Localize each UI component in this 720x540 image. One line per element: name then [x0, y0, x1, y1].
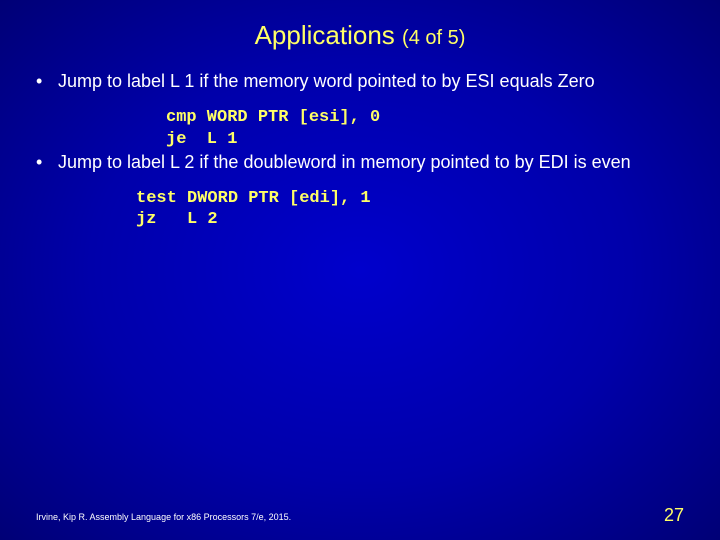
bullet-1-text: Jump to label L 1 if the memory word poi…	[58, 71, 595, 91]
bullet-2-text: Jump to label L 2 if the doubleword in m…	[58, 152, 631, 172]
page-number: 27	[664, 505, 684, 526]
title-main: Applications	[255, 20, 395, 50]
bullet-1: Jump to label L 1 if the memory word poi…	[36, 69, 684, 93]
bullet-2: Jump to label L 2 if the doubleword in m…	[36, 150, 684, 174]
code-block-1: cmp WORD PTR [esi], 0 je L 1	[166, 107, 684, 150]
slide-title: Applications (4 of 5)	[0, 0, 720, 51]
footer-citation: Irvine, Kip R. Assembly Language for x86…	[36, 512, 291, 522]
title-sub: (4 of 5)	[402, 27, 465, 49]
code-block-2: test DWORD PTR [edi], 1 jz L 2	[136, 188, 684, 231]
slide-content: Jump to label L 1 if the memory word poi…	[0, 51, 720, 231]
